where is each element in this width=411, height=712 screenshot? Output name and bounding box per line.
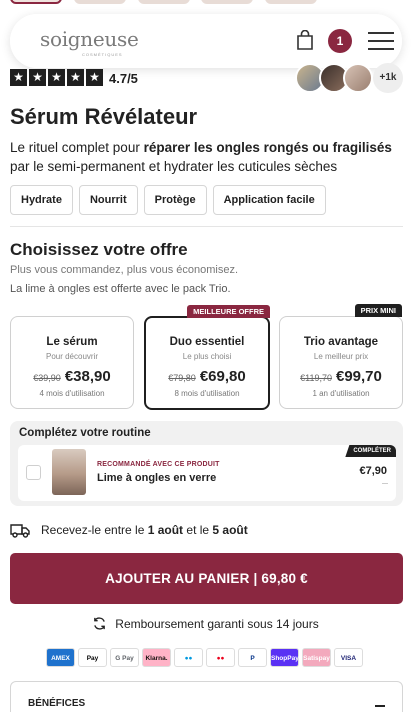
benefit-tags: Hydrate Nourrit Protège Application faci… (10, 185, 326, 215)
cart-count-badge[interactable]: 1 (328, 29, 352, 53)
pack-old-price: €79,80 (168, 373, 196, 383)
gallery-thumbnails (10, 0, 411, 6)
pack-new-price: €99,70 (335, 368, 382, 385)
rating-row: ★ ★ ★ ★ ★ 4.7/5 +1k (10, 63, 403, 93)
rating-stars: ★ ★ ★ ★ ★ (10, 69, 103, 86)
payment-logo-icon: ShopPay (270, 648, 299, 667)
hamburger-menu-icon[interactable] (368, 32, 394, 50)
min-price-badge: PRIX MINI (354, 304, 402, 317)
pack-option-trio[interactable]: PRIX MINI Trio avantage Le meilleur prix… (279, 304, 403, 409)
payment-logo-icon: Pay (78, 648, 107, 667)
add-to-cart-button[interactable]: AJOUTER AU PANIER | 69,80 € (10, 553, 403, 604)
divider (10, 226, 403, 227)
payment-logo-icon: Satispay (302, 648, 331, 667)
pack-subtitle: Le meilleur prix (313, 352, 369, 361)
pack-name: Duo essentiel (169, 336, 245, 348)
pack-new-price: €69,80 (199, 368, 246, 385)
refresh-icon (94, 617, 106, 630)
delivery-truck-icon (10, 524, 30, 538)
site-header: soigneuse COSMÉTIQUES 1 (10, 14, 402, 68)
rating-value: 4.7/5 (109, 71, 138, 86)
pack-option-duo[interactable]: MEILLEURE OFFRE Duo essentiel Le plus ch… (144, 305, 270, 410)
offer-note: La lime à ongles est offerte avec le pac… (10, 283, 231, 295)
brand-logo[interactable]: soigneuse (40, 27, 139, 51)
delivery-estimate: Recevez-le entre le 1 août et le 5 août (10, 521, 248, 539)
best-offer-badge: MEILLEURE OFFRE (187, 305, 270, 318)
star-icon: ★ (48, 69, 65, 86)
star-icon: ★ (10, 69, 27, 86)
offer-subtitle: Plus vous commandez, plus vous économise… (10, 264, 239, 276)
tag-application-facile: Application facile (212, 185, 326, 215)
benefits-accordion[interactable]: BÉNÉFICES (10, 681, 403, 712)
pack-duration: 1 an d'utilisation (312, 389, 370, 398)
payment-methods: AMEX Pay G Pay Klarna. ●● ●● P ShopPay Satispay V… (46, 648, 363, 667)
avatar (343, 63, 373, 93)
refund-text: Remboursement garanti sous 14 jours (115, 616, 319, 631)
collapse-minus-icon[interactable] (375, 705, 385, 707)
payment-logo-icon: P (238, 648, 267, 667)
routine-title: Complétez votre routine (19, 427, 151, 439)
nail-file-product-image (52, 449, 86, 495)
star-icon: ★ (86, 69, 103, 86)
payment-logo-icon: AMEX (46, 648, 75, 667)
reviewer-avatars: +1k (295, 63, 403, 93)
offer-title: Choisissez votre offre (10, 240, 188, 259)
refund-guarantee: Remboursement garanti sous 14 jours (0, 616, 411, 631)
quantity-indicator (382, 483, 388, 484)
gallery-thumb[interactable] (138, 0, 190, 4)
gallery-thumb[interactable] (201, 0, 253, 4)
pack-duration: 4 mois d'utilisation (39, 389, 105, 398)
upsell-product-price: €7,90 (359, 465, 387, 477)
star-icon: ★ (67, 69, 84, 86)
upsell-card[interactable]: COMPLÉTER RECOMMANDÉ AVEC CE PRODUIT Lim… (18, 445, 396, 501)
pack-duration: 8 mois d'utilisation (174, 389, 240, 398)
pack-name: Le sérum (46, 336, 98, 348)
more-reviewers-count: +1k (373, 63, 403, 93)
tag-protege: Protège (143, 185, 207, 215)
brand-logo-subtitle: COSMÉTIQUES (82, 52, 123, 57)
gallery-thumb[interactable] (265, 0, 317, 4)
payment-logo-icon: Klarna. (142, 648, 171, 667)
pack-subtitle: Pour découvrir (45, 352, 99, 361)
payment-logo-icon: ●● (206, 648, 235, 667)
star-icon: ★ (29, 69, 46, 86)
pack-name: Trio avantage (303, 336, 379, 348)
tag-nourrit: Nourrit (78, 185, 138, 215)
tag-hydrate: Hydrate (10, 185, 73, 215)
pack-old-price: €39,90 (33, 373, 61, 383)
complete-badge: COMPLÉTER (345, 445, 396, 457)
payment-logo-icon: VISA (334, 648, 363, 667)
product-title: Sérum Révélateur (10, 104, 198, 129)
pack-option-serum[interactable]: Le sérum Pour découvrir €39,90 €38,90 4 … (10, 316, 134, 409)
pack-old-price: €119,70 (300, 373, 332, 383)
pack-subtitle: Le plus choisi (182, 352, 232, 361)
upsell-product-name: Lime à ongles en verre (97, 472, 217, 484)
recommended-label: RECOMMANDÉ AVEC CE PRODUIT (97, 461, 220, 468)
shopping-bag-icon[interactable] (296, 30, 314, 50)
benefits-label: BÉNÉFICES (28, 698, 86, 709)
payment-logo-icon: ●● (174, 648, 203, 667)
payment-logo-icon: G Pay (110, 648, 139, 667)
pack-new-price: €38,90 (64, 368, 111, 385)
product-description: Le rituel complet pour réparer les ongle… (10, 140, 392, 174)
delivery-text: Recevez-le entre le 1 août et le 5 août (41, 523, 248, 537)
gallery-thumb[interactable] (10, 0, 62, 4)
upsell-checkbox[interactable] (26, 465, 41, 480)
complete-routine-section: Complétez votre routine COMPLÉTER RECOMM… (10, 421, 403, 506)
gallery-thumb[interactable] (74, 0, 126, 4)
